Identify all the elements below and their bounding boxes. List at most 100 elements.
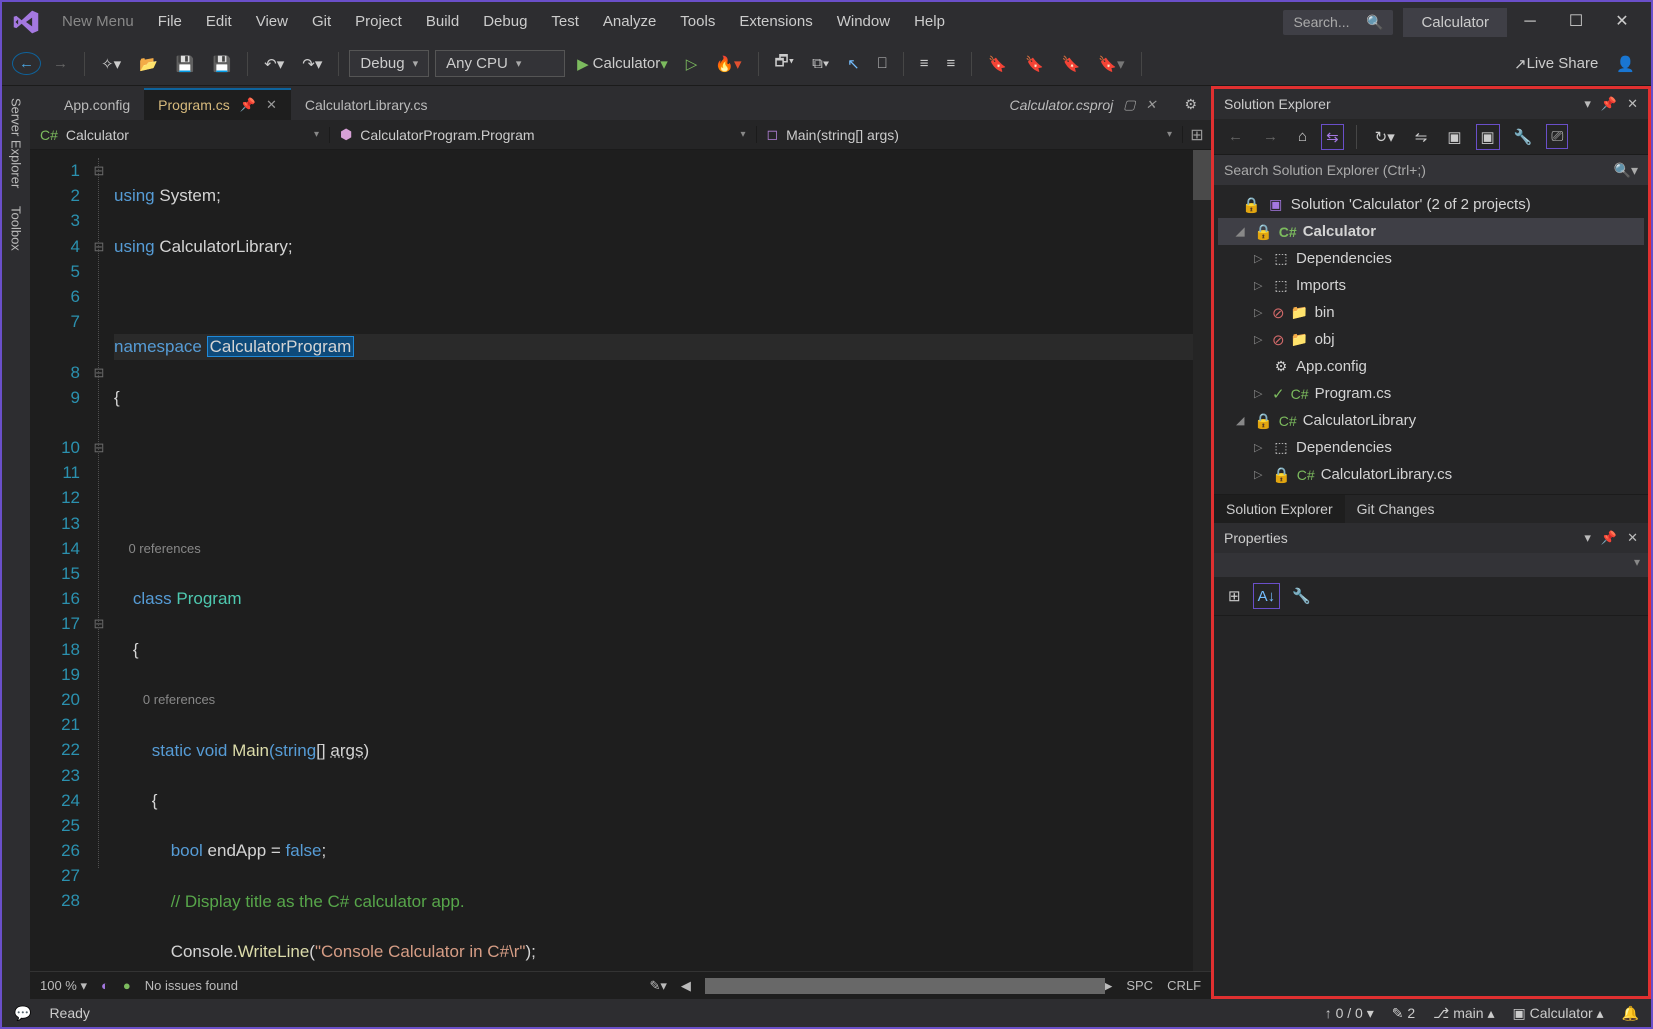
obj-node[interactable]: ▷⊘📁obj [1218, 326, 1644, 353]
nav-back-button[interactable]: ← [12, 52, 41, 75]
bookmark-button[interactable]: 🔖 [982, 51, 1013, 77]
line-ending-indicator[interactable]: CRLF [1167, 978, 1201, 993]
start-debug-button[interactable]: ▶ Calculator ▾ [571, 51, 674, 77]
outdent-button[interactable]: ≡ [941, 51, 962, 76]
source-control-uparrow[interactable]: ↑ 0 / 0 ▾ [1325, 1005, 1374, 1022]
split-editor-button[interactable]: ⊞ [1183, 125, 1211, 145]
tab-git-changes[interactable]: Git Changes [1345, 495, 1447, 523]
pending-edits[interactable]: ✎ 2 [1392, 1005, 1415, 1022]
show-all-files-button[interactable]: ▣ [1476, 124, 1500, 150]
indentation-indicator[interactable]: SPC [1126, 978, 1153, 993]
properties-object-combo[interactable]: ▾ [1214, 553, 1648, 577]
home-button[interactable]: ⌂ [1292, 124, 1313, 149]
tab-calculatorlibrary-cs[interactable]: CalculatorLibrary.cs [291, 90, 442, 120]
menu-view[interactable]: View [244, 2, 300, 42]
imports-node[interactable]: ▷⬚Imports [1218, 272, 1644, 299]
brush-icon[interactable]: ✎▾ [649, 978, 666, 994]
undo-button[interactable]: ↶▾ [258, 51, 290, 77]
indent-button[interactable]: ≡ [914, 51, 935, 76]
app-config-node[interactable]: ⚙App.config [1218, 353, 1644, 380]
menu-extensions[interactable]: Extensions [727, 2, 824, 42]
solution-search-input[interactable]: Search Solution Explorer (Ctrl+;)🔍▾ [1214, 155, 1648, 185]
open-file-button[interactable]: 📂 [133, 51, 164, 77]
code-content[interactable]: using System; using CalculatorLibrary; n… [108, 150, 1211, 971]
panel-dropdown-icon[interactable]: ▾ [1584, 530, 1591, 546]
prev-bookmark-button[interactable]: 🔖 [1019, 51, 1050, 77]
fold-button[interactable]: ⊟ [90, 360, 108, 385]
categorized-button[interactable]: ⊞ [1222, 583, 1247, 609]
horizontal-scrollbar[interactable] [705, 978, 1088, 994]
tab-calculator-csproj[interactable]: Calculator.csproj▢✕ [995, 89, 1170, 120]
repo-indicator[interactable]: ▣ Calculator ▴ [1512, 1005, 1603, 1022]
tab-program-cs[interactable]: Program.cs📌✕ [144, 88, 291, 120]
server-explorer-tab[interactable]: Server Explorer [9, 92, 24, 194]
new-item-button[interactable]: ✧▾ [95, 51, 127, 77]
menu-file[interactable]: File [146, 2, 194, 42]
view-code-button[interactable]: ⎕ [872, 51, 893, 76]
menu-window[interactable]: Window [825, 2, 902, 42]
switch-views-button[interactable]: ⇆ [1321, 124, 1344, 150]
save-all-button[interactable]: 💾 [206, 51, 237, 77]
hscroll-left-button[interactable]: ◀ [681, 978, 691, 994]
tab-solution-explorer[interactable]: Solution Explorer [1214, 495, 1345, 523]
platform-combo[interactable]: Any CPU [435, 50, 565, 77]
health-indicator-icon[interactable]: ◐ [101, 978, 109, 993]
tab-app-config[interactable]: App.config [50, 90, 144, 120]
notifications-button[interactable]: 🔔 [1622, 1005, 1639, 1022]
editor-options-button[interactable]: ⚙ [1170, 89, 1211, 120]
dependencies-node[interactable]: ▷⬚Dependencies [1218, 245, 1644, 272]
toolbox-tab[interactable]: Toolbox [9, 200, 24, 257]
account-button[interactable]: 👤 [1610, 51, 1641, 77]
nav-forward-button[interactable]: → [47, 51, 74, 76]
pending-changes-button[interactable]: ⇋ [1409, 124, 1434, 150]
project-calculator-node[interactable]: ◢🔒C#Calculator [1218, 218, 1644, 245]
minimize-button[interactable]: ─ [1507, 2, 1553, 42]
project-calculatorlibrary-node[interactable]: ◢🔒C#CalculatorLibrary [1218, 407, 1644, 434]
program-cs-node[interactable]: ▷✓C#Program.cs [1218, 380, 1644, 407]
preview-button[interactable]: ⎚ [1546, 124, 1568, 149]
next-bookmark-button[interactable]: 🔖 [1056, 51, 1087, 77]
fold-button[interactable]: ⊟ [90, 158, 108, 183]
configuration-combo[interactable]: Debug [349, 50, 429, 77]
close-button[interactable]: ✕ [1599, 2, 1645, 42]
bookmark-dropdown-button[interactable]: 🔖▾ [1092, 51, 1130, 77]
nav-class-combo[interactable]: ⬢CalculatorProgram.Program [330, 126, 757, 143]
alphabetical-button[interactable]: A↓ [1253, 583, 1281, 609]
property-pages-button[interactable]: 🔧 [1286, 583, 1317, 609]
output-icon[interactable]: 💬 [14, 1005, 31, 1022]
nav-project-combo[interactable]: C#Calculator [30, 127, 330, 143]
hot-reload-button[interactable]: 🔥▾ [709, 51, 747, 77]
menu-test[interactable]: Test [539, 2, 591, 42]
dependencies-node-2[interactable]: ▷⬚Dependencies [1218, 434, 1644, 461]
code-editor[interactable]: 123 4 567 89 101112131415161718192021222… [30, 150, 1211, 971]
redo-button[interactable]: ↷▾ [296, 51, 328, 77]
close-panel-icon[interactable]: ✕ [1627, 96, 1638, 112]
pin-icon[interactable]: 📌 [1601, 96, 1617, 112]
branch-indicator[interactable]: ⎇ main ▴ [1433, 1005, 1494, 1022]
menu-edit[interactable]: Edit [194, 2, 244, 42]
pin-icon[interactable]: 📌 [1601, 530, 1617, 546]
menu-build[interactable]: Build [414, 2, 471, 42]
menu-new-menu[interactable]: New Menu [50, 2, 146, 42]
pin-icon[interactable]: 📌 [240, 97, 256, 113]
search-input[interactable]: Search...🔍 [1283, 10, 1393, 35]
live-share-button[interactable]: ↗ Live Share [1508, 51, 1604, 77]
maximize-button[interactable]: ☐ [1553, 2, 1599, 42]
menu-analyze[interactable]: Analyze [591, 2, 668, 42]
bin-node[interactable]: ▷⊘📁bin [1218, 299, 1644, 326]
close-tab-icon[interactable]: ✕ [266, 97, 277, 113]
vertical-scrollbar[interactable] [1193, 150, 1211, 971]
nav-member-combo[interactable]: ◻Main(string[] args) [757, 126, 1184, 143]
save-button[interactable]: 💾 [170, 51, 201, 77]
menu-project[interactable]: Project [343, 2, 414, 42]
menu-git[interactable]: Git [300, 2, 343, 42]
solution-node[interactable]: 🔒▣Solution 'Calculator' (2 of 2 projects… [1218, 191, 1644, 218]
fold-button[interactable]: ⊟ [90, 435, 108, 460]
calculatorlibrary-cs-node[interactable]: ▷🔒C#CalculatorLibrary.cs [1218, 461, 1644, 488]
select-element-button[interactable]: ↖ [841, 51, 866, 77]
forward-button[interactable]: → [1257, 124, 1284, 149]
sync-button[interactable]: ↻▾ [1369, 124, 1401, 150]
keep-open-icon[interactable]: ▢ [1123, 97, 1135, 113]
menu-tools[interactable]: Tools [668, 2, 727, 42]
browser-link-button[interactable]: 🗗▾ [769, 47, 801, 80]
